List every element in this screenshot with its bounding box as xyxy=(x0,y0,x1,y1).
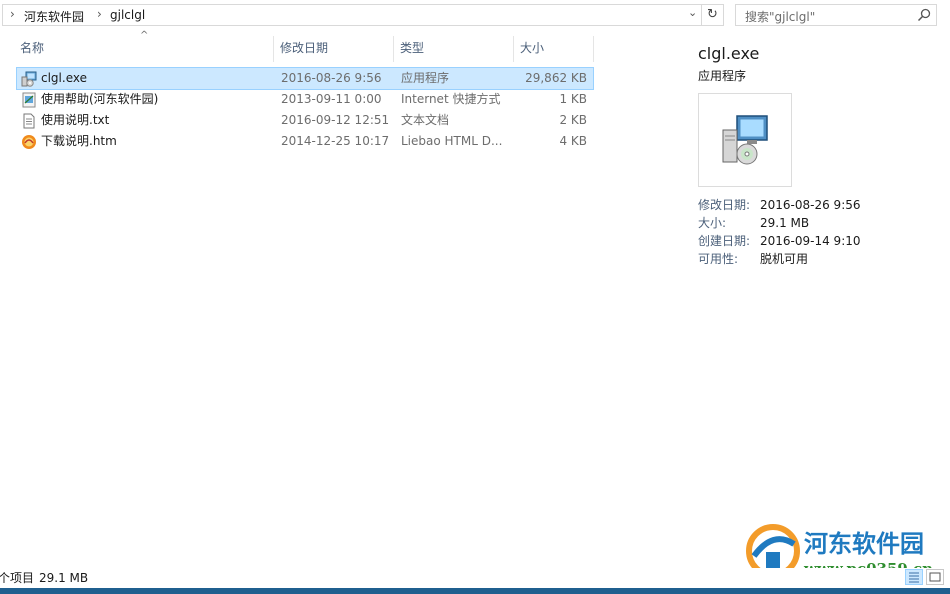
exe-setup-icon xyxy=(722,115,768,165)
file-size: 2 KB xyxy=(559,113,587,127)
column-header-date[interactable]: 修改日期 xyxy=(274,36,394,62)
text-document-icon xyxy=(23,113,35,129)
column-header-type[interactable]: 类型 xyxy=(394,36,514,62)
large-icons-view-button[interactable] xyxy=(926,569,944,585)
file-date: 2013-09-11 0:00 xyxy=(281,92,382,106)
search-placeholder: 搜索"gjlclgl" xyxy=(745,10,816,24)
file-thumbnail xyxy=(698,93,792,187)
selection-size: 29.1 MB xyxy=(39,571,89,585)
details-filetype: 应用程序 xyxy=(698,69,747,83)
status-bar: 个项目 29.1 MB xyxy=(0,568,950,588)
search-icon[interactable] xyxy=(916,7,932,23)
file-date: 2016-09-12 12:51 xyxy=(281,113,390,127)
large-icons-view-icon xyxy=(929,572,941,582)
refresh-icon: ↻ xyxy=(707,7,718,22)
property-value: 脱机可用 xyxy=(760,252,809,266)
window-bottom-border xyxy=(0,588,950,594)
search-box[interactable]: 搜索"gjlclgl" xyxy=(735,4,937,26)
file-name: 使用帮助(河东软件园) xyxy=(41,92,159,106)
column-header-size[interactable]: 大小 xyxy=(514,36,594,62)
item-count: 个项目 xyxy=(0,571,35,585)
property-key: 修改日期: xyxy=(698,198,751,212)
exe-setup-icon xyxy=(21,71,37,87)
file-date: 2014-12-25 10:17 xyxy=(281,134,390,148)
file-type: 文本文档 xyxy=(401,113,450,127)
details-pane: clgl.exe 应用程序 修改日期: 2016-08-26 9:56 大小: … xyxy=(676,36,950,576)
property-row: 大小: 29.1 MB xyxy=(698,214,938,232)
file-row[interactable]: 使用帮助(河东软件园) 2013-09-11 0:00 Internet 快捷方… xyxy=(17,89,593,110)
file-list: clgl.exe 2016-08-26 9:56 应用程序 29,862 KB … xyxy=(16,67,594,152)
column-header-name[interactable]: 名称 xyxy=(14,36,274,62)
chevron-down-icon[interactable]: ⌄ xyxy=(688,6,697,19)
property-row: 可用性: 脱机可用 xyxy=(698,250,938,268)
refresh-button[interactable]: ↻ xyxy=(702,4,724,26)
property-row: 创建日期: 2016-09-14 9:10 xyxy=(698,232,938,250)
address-toolbar: › 河东软件园 › gjlclgl ⌄ ↻ 搜索"gjlclgl" xyxy=(0,0,950,32)
file-type: Internet 快捷方式 xyxy=(401,92,501,106)
file-type: Liebao HTML D... xyxy=(401,134,503,148)
file-name: 使用说明.txt xyxy=(41,113,110,127)
property-key: 大小: xyxy=(698,216,727,230)
file-type: 应用程序 xyxy=(401,71,450,85)
property-value: 2016-08-26 9:56 xyxy=(760,198,861,212)
internet-shortcut-icon xyxy=(22,92,36,108)
property-row: 修改日期: 2016-08-26 9:56 xyxy=(698,196,938,214)
details-view-button[interactable] xyxy=(905,569,923,585)
chevron-right-icon[interactable]: › xyxy=(10,7,15,21)
file-row[interactable]: 下载说明.htm 2014-12-25 10:17 Liebao HTML D.… xyxy=(17,131,593,152)
address-bar[interactable]: › 河东软件园 › gjlclgl ⌄ xyxy=(2,4,702,26)
details-view-icon xyxy=(909,572,919,583)
file-size: 4 KB xyxy=(559,134,587,148)
column-header-row: ^ 名称 修改日期 类型 大小 xyxy=(0,30,600,62)
breadcrumb-segment[interactable]: gjlclgl xyxy=(110,8,145,22)
property-value: 2016-09-14 9:10 xyxy=(760,234,861,248)
file-size: 1 KB xyxy=(559,92,587,106)
property-key: 创建日期: xyxy=(698,234,751,248)
breadcrumb-segment[interactable]: 河东软件园 xyxy=(24,8,84,25)
liebao-html-icon xyxy=(22,135,36,149)
file-name: clgl.exe xyxy=(41,71,87,85)
file-size: 29,862 KB xyxy=(525,71,587,85)
details-filename: clgl.exe xyxy=(698,44,760,63)
file-row[interactable]: clgl.exe 2016-08-26 9:56 应用程序 29,862 KB xyxy=(16,67,594,90)
chevron-right-icon[interactable]: › xyxy=(97,7,102,21)
property-value: 29.1 MB xyxy=(760,216,810,230)
property-key: 可用性: xyxy=(698,252,739,266)
file-name: 下载说明.htm xyxy=(41,134,117,148)
details-properties: 修改日期: 2016-08-26 9:56 大小: 29.1 MB 创建日期: … xyxy=(698,196,938,268)
file-date: 2016-08-26 9:56 xyxy=(281,71,382,85)
file-row[interactable]: 使用说明.txt 2016-09-12 12:51 文本文档 2 KB xyxy=(17,110,593,131)
